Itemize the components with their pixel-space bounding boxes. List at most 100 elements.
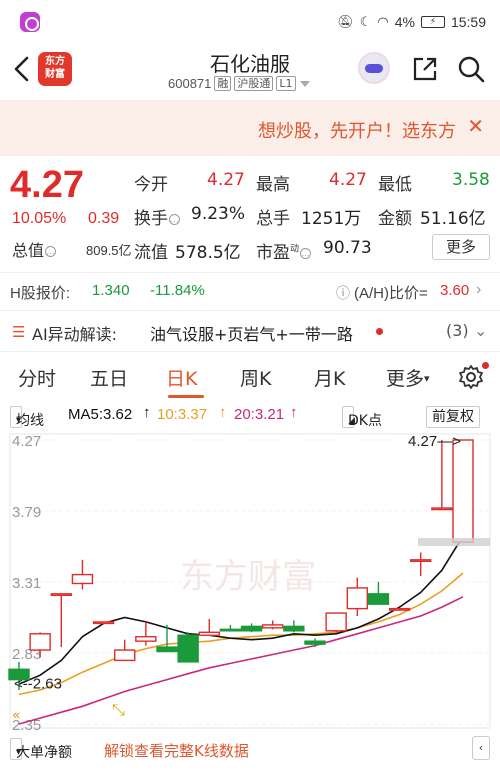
y-tick-label: 3.31 bbox=[12, 575, 41, 592]
battery-percent: 4% bbox=[394, 14, 415, 30]
tag-level: L1 bbox=[276, 76, 296, 91]
h-share-label: H股报价: bbox=[10, 285, 71, 302]
promo-banner[interactable]: 想炒股，先开户！选东方 ✕ bbox=[0, 100, 500, 156]
tab-more[interactable]: 更多▾ bbox=[386, 364, 430, 391]
tab-five-day[interactable]: 五日 bbox=[90, 364, 128, 391]
clock: 15:59 bbox=[450, 14, 486, 30]
ai-insight-row[interactable]: ☰ AI异动解读: 油气设服+页岩气+一带一路 (3) ⌄ bbox=[0, 310, 500, 352]
chevron-right-icon: › bbox=[476, 281, 482, 298]
ma10-arrow-icon: ↑ bbox=[219, 404, 227, 421]
ma10-label: 10:3.37 bbox=[157, 406, 208, 423]
collapse-chevron-icon[interactable]: ‹ bbox=[472, 736, 490, 760]
market-value-label: 总值… bbox=[12, 241, 57, 260]
caret-down-icon: ▾ bbox=[424, 372, 430, 385]
tab-intraday[interactable]: 分时 bbox=[18, 364, 56, 391]
help-icon[interactable]: ⓘ bbox=[336, 283, 350, 303]
ma20-label: 20:3.21 bbox=[234, 406, 285, 423]
dropdown-icon[interactable] bbox=[299, 79, 311, 89]
market-value: 809.5亿 bbox=[86, 243, 132, 258]
close-icon[interactable]: ✕ bbox=[467, 114, 484, 139]
high-annotation: 4.27—> bbox=[408, 433, 461, 450]
status-icons: 🔕︎ ☾ ◠ 4% ⚡ 15:59 bbox=[337, 14, 486, 30]
period-tabs: 分时 五日 日K 周K 月K 更多▾ bbox=[0, 354, 500, 400]
unlock-kline-link[interactable]: 解锁查看完整K线数据 bbox=[104, 740, 249, 761]
low-value: 3.58 bbox=[452, 170, 490, 190]
expand-icon: ⤡ bbox=[112, 700, 125, 719]
pe-label: 市盈动… bbox=[256, 243, 312, 263]
wifi-icon: ◠ bbox=[377, 14, 389, 30]
candle-body bbox=[346, 587, 368, 610]
y-tick-label: 3.79 bbox=[12, 504, 41, 521]
ai-text: 油气设服+页岩气+一带一路 bbox=[150, 325, 353, 344]
candle-body bbox=[198, 631, 220, 636]
robot-avatar-icon[interactable] bbox=[358, 52, 390, 84]
watermark: 东方财富 bbox=[180, 557, 316, 597]
dk-point-button[interactable]: DK点 ◢ bbox=[342, 406, 382, 429]
tab-weekly-k[interactable]: 周K bbox=[240, 364, 271, 391]
pe-value: 90.73 bbox=[323, 238, 372, 258]
high-label: 最高 bbox=[256, 175, 290, 195]
h-share-price: 1.340 bbox=[92, 282, 130, 299]
candle-body bbox=[240, 625, 263, 632]
indicator-select[interactable]: 均线 ▾ bbox=[10, 406, 44, 429]
amount-value: 51.16亿 bbox=[420, 209, 486, 229]
share-icon[interactable] bbox=[410, 54, 440, 84]
h-share-row[interactable]: H股报价: 1.340 -11.84% ⓘ (A/H)比价= 3.60 › bbox=[0, 272, 500, 308]
active-tab-indicator bbox=[168, 395, 204, 398]
ma20-arrow-icon: ↑ bbox=[290, 404, 298, 421]
stock-header: 东方 财富 石化油服 600871 融 沪股通 L1 bbox=[0, 44, 500, 100]
float-value-label: 流值 bbox=[134, 243, 168, 263]
ai-icon: ☰ bbox=[12, 323, 26, 341]
sub-indicator-select[interactable]: 大单净额 ▾ bbox=[10, 738, 72, 761]
ai-count: (3) bbox=[446, 321, 469, 340]
candle-body bbox=[410, 559, 432, 563]
moon-icon: ☾ bbox=[359, 14, 372, 30]
info-icon[interactable]: … bbox=[300, 248, 312, 259]
status-bar: 🔕︎ ☾ ◠ 4% ⚡ 15:59 bbox=[0, 0, 500, 44]
tab-monthly-k[interactable]: 月K bbox=[314, 364, 345, 391]
battery-icon: ⚡ bbox=[420, 16, 445, 28]
amount-label: 金额 bbox=[378, 209, 412, 229]
candle-body bbox=[50, 593, 72, 597]
search-icon[interactable] bbox=[456, 54, 486, 84]
candle-body bbox=[71, 573, 94, 585]
candle-body bbox=[283, 625, 305, 632]
info-icon[interactable]: … bbox=[169, 214, 180, 225]
low-label: 最低 bbox=[378, 175, 412, 195]
candle-body bbox=[219, 628, 242, 632]
open-label: 今开 bbox=[134, 175, 168, 195]
candle-body bbox=[156, 646, 178, 653]
tab-daily-k[interactable]: 日K bbox=[166, 364, 197, 391]
chevron-down-icon[interactable]: ⌄ bbox=[474, 321, 487, 340]
ai-red-dot bbox=[376, 328, 383, 335]
candle-body bbox=[177, 634, 199, 663]
candle-body bbox=[431, 507, 453, 511]
settings-red-dot bbox=[482, 362, 489, 369]
low-annotation: <--2.63 bbox=[14, 676, 62, 693]
promo-text[interactable]: 想炒股，先开户！选东方 bbox=[258, 117, 456, 143]
kline-chart[interactable]: 4.27 3.79 3.31 2.83 2.35 东方财富 4.27—> <--2.63 ⤡ « bbox=[0, 428, 500, 734]
mute-icon: 🔕︎ bbox=[337, 14, 354, 30]
current-price: 4.27 bbox=[10, 164, 84, 206]
more-quote-button[interactable]: 更多 bbox=[432, 234, 490, 260]
y-tick-label: 4.27 bbox=[12, 433, 41, 450]
adjust-mode-button[interactable]: 前复权 bbox=[426, 406, 480, 428]
stock-code-row[interactable]: 600871 融 沪股通 L1 bbox=[168, 76, 311, 91]
ma5-arrow-icon: ↑ bbox=[143, 404, 151, 421]
turnover-label: 换手… bbox=[134, 209, 180, 229]
info-icon[interactable]: … bbox=[45, 246, 57, 257]
tag-margin: 融 bbox=[214, 76, 232, 91]
volume-label: 总手 bbox=[256, 209, 290, 229]
float-value: 578.5亿 bbox=[175, 243, 241, 263]
candle-body bbox=[304, 640, 326, 645]
candle-body bbox=[367, 593, 390, 605]
candle-body bbox=[114, 649, 136, 662]
open-value: 4.27 bbox=[207, 170, 245, 190]
settings-gear-icon[interactable] bbox=[458, 364, 484, 390]
kline-chart-svg[interactable]: 4.273.793.312.832.35东方财富4.27—><--2.63⤡« bbox=[0, 428, 500, 734]
ah-ratio-value: 3.60 bbox=[440, 282, 470, 299]
ma-legend-row: 均线 ▾ MA5:3.62 ↑ 10:3.37 ↑ 20:3.21 ↑ DK点 ◢ … bbox=[0, 402, 500, 429]
candle-body bbox=[29, 633, 51, 651]
h-share-change: -11.84% bbox=[150, 282, 205, 299]
app-notification-icon bbox=[20, 12, 40, 32]
